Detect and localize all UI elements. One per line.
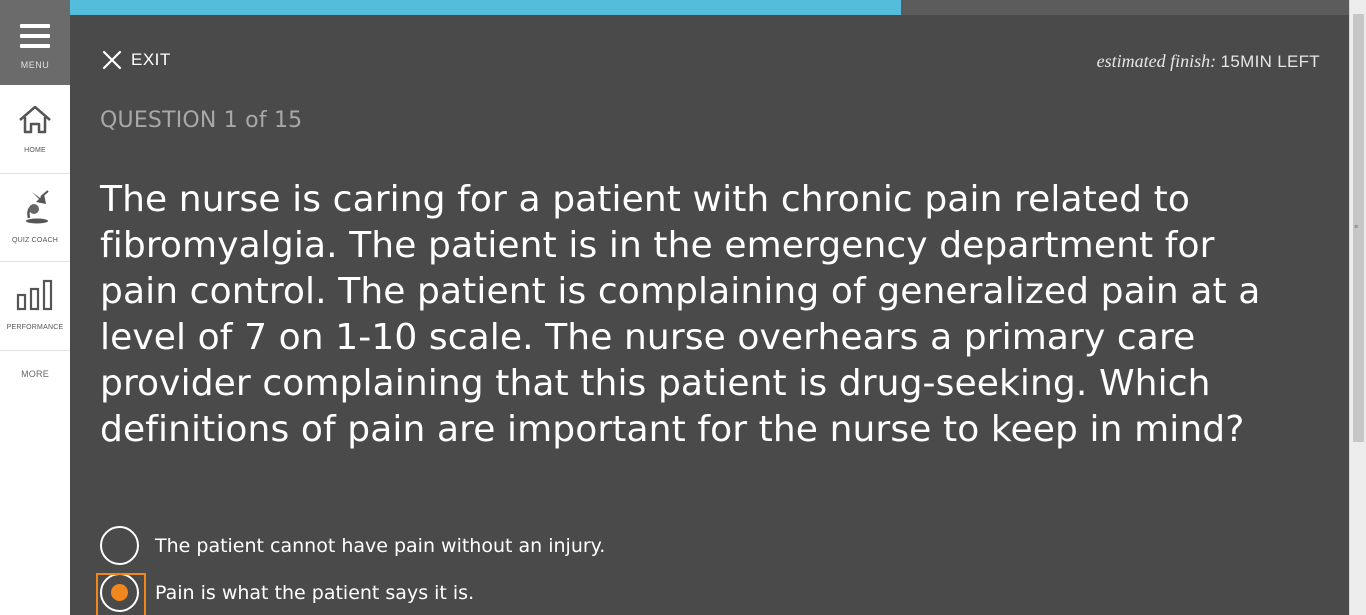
estimated-finish-label: estimated finish: [1096,51,1217,71]
sidebar-item-label: MORE [21,369,49,379]
radio-button[interactable] [100,526,139,565]
radio-button-selected[interactable] [96,573,146,615]
estimated-finish-value: 15MIN LEFT [1220,52,1320,71]
performance-chart-icon [16,279,53,311]
sidebar-item-home[interactable]: HOME [0,85,70,174]
sidebar: MENU HOME QUIZ COACH PERFORMANCE MORE [0,0,70,615]
answer-option-text: Pain is what the patient says it is. [155,581,475,604]
sidebar-item-more[interactable]: MORE [0,351,70,391]
estimated-finish: estimated finish: 15MIN LEFT [1097,51,1320,72]
quiz-coach-icon [26,190,49,224]
menu-label: MENU [20,60,50,70]
sidebar-item-label: QUIZ COACH [12,237,58,244]
menu-button[interactable]: MENU [0,0,70,85]
exit-button[interactable]: EXIT [102,50,171,70]
question-text: The nurse is caring for a patient with c… [100,179,1261,450]
exit-label: EXIT [131,50,171,69]
question-number: QUESTION 1 of 15 [100,108,303,133]
sidebar-item-quiz-coach[interactable]: QUIZ COACH [0,174,70,262]
close-icon [102,50,122,70]
answer-option-text: The patient cannot have pain without an … [155,534,606,557]
answer-option[interactable]: Pain is what the patient says it is. [96,573,475,615]
sidebar-item-label: PERFORMANCE [6,324,64,331]
scrollbar-grip-icon: ≡ [1354,224,1359,231]
scrollbar[interactable]: ≡ [1349,0,1366,615]
quiz-progress-fill [70,0,902,15]
home-icon [19,105,51,134]
hamburger-icon [20,24,50,54]
answer-option[interactable]: The patient cannot have pain without an … [100,526,605,565]
radio-selected-dot [111,584,128,601]
sidebar-item-label: HOME [24,147,46,154]
sidebar-item-performance[interactable]: PERFORMANCE [0,262,70,351]
quiz-progress-bar [70,0,1349,15]
